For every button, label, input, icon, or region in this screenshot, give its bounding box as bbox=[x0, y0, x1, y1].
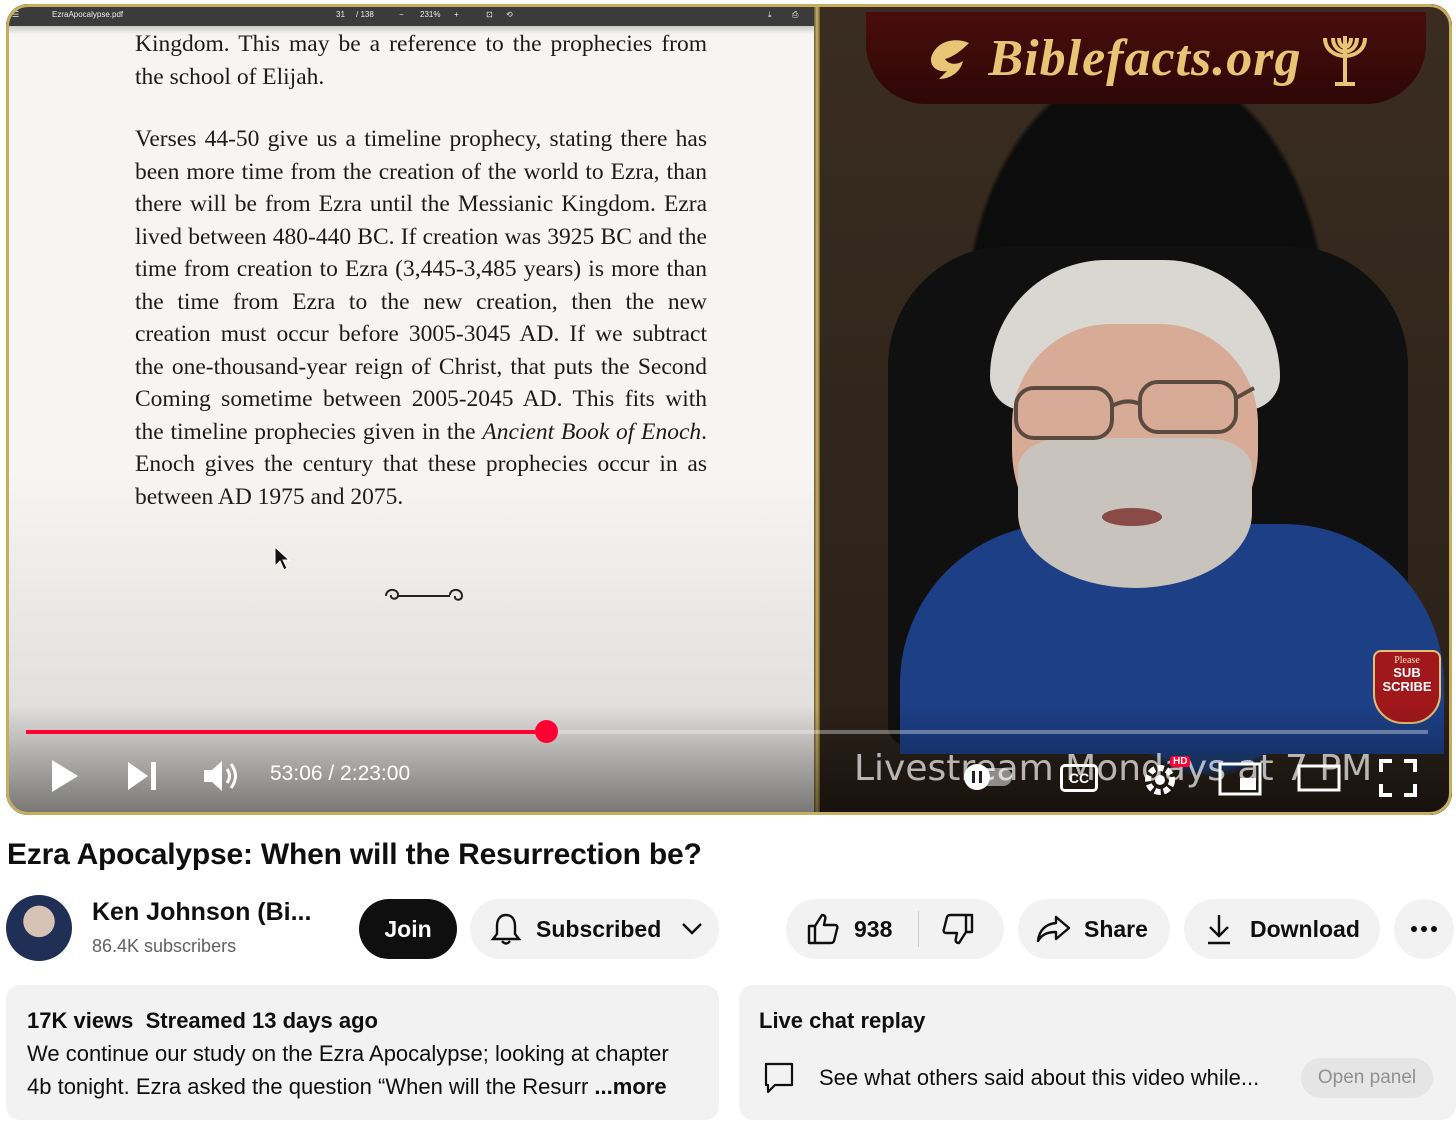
channel-avatar[interactable] bbox=[6, 895, 72, 961]
theater-mode-icon[interactable] bbox=[1296, 762, 1342, 794]
share-label: Share bbox=[1084, 915, 1148, 942]
show-more-link[interactable]: ...more bbox=[594, 1074, 666, 1099]
dove-icon bbox=[930, 40, 969, 79]
pdf-text-run: Verses 44-50 give us a timeline prophecy… bbox=[135, 126, 707, 445]
play-icon[interactable] bbox=[46, 756, 82, 796]
download-icon bbox=[1208, 915, 1230, 945]
channel-name[interactable]: Ken Johnson (Bi... bbox=[92, 898, 311, 927]
like-icon[interactable] bbox=[806, 912, 840, 946]
presenter-head bbox=[990, 260, 1280, 590]
progress-scrubber[interactable] bbox=[535, 720, 559, 743]
pdf-toolbar: ☰ EzraApocalypse.pdf 31 / 138 − 231% + ⊡… bbox=[6, 4, 814, 26]
description-line-truncated: 4b tonight. Ezra asked the question “Whe… bbox=[27, 1074, 667, 1100]
like-dislike-group: 938 bbox=[786, 899, 1004, 959]
captions-button[interactable]: CC bbox=[1060, 764, 1098, 792]
share-icon bbox=[1036, 915, 1071, 943]
channel-banner: Biblefacts.org bbox=[866, 12, 1426, 104]
share-button[interactable]: Share bbox=[1018, 899, 1170, 959]
subscribed-label: Subscribed bbox=[536, 915, 662, 942]
download-button[interactable]: Download bbox=[1184, 899, 1380, 959]
glasses-icon bbox=[1014, 380, 1255, 440]
autoplay-toggle-icon[interactable] bbox=[962, 762, 1014, 792]
video-title: Ezra Apocalypse: When will the Resurrect… bbox=[7, 838, 702, 871]
chat-icon bbox=[764, 1062, 794, 1094]
description-text: 4b tonight. Ezra asked the question “Whe… bbox=[27, 1074, 589, 1099]
pdf-viewer-frame: ☰ EzraApocalypse.pdf 31 / 138 − 231% + ⊡… bbox=[6, 4, 814, 815]
more-actions-button[interactable] bbox=[1394, 899, 1454, 959]
chevron-down-icon bbox=[682, 923, 703, 935]
progress-played bbox=[26, 730, 547, 734]
chat-prompt-text: See what others said about this video wh… bbox=[819, 1065, 1260, 1090]
time-display: 53:06 / 2:23:00 bbox=[270, 762, 411, 785]
zoom-out-icon[interactable]: − bbox=[399, 10, 404, 19]
pdf-filename: EzraApocalypse.pdf bbox=[52, 10, 124, 19]
next-icon[interactable] bbox=[124, 758, 160, 794]
presenter-mouth bbox=[1102, 508, 1162, 526]
fit-page-icon[interactable]: ⊡ bbox=[486, 10, 493, 19]
ornament-divider-icon bbox=[385, 588, 464, 601]
zoom-in-icon[interactable]: + bbox=[454, 10, 459, 19]
open-panel-button[interactable]: Open panel bbox=[1301, 1058, 1433, 1098]
pdf-paragraph: Verses 44-50 give us a timeline prophecy… bbox=[135, 123, 707, 513]
print-icon[interactable]: ⎙ bbox=[792, 10, 798, 20]
pdf-book-title: Ancient Book of Enoch bbox=[482, 418, 702, 445]
pdf-page-current[interactable]: 31 bbox=[336, 10, 345, 19]
mouse-cursor-icon bbox=[274, 546, 290, 571]
video-meta: 17K views Streamed 13 days ago bbox=[27, 1008, 378, 1033]
subscribe-badge-line: SCRIBE bbox=[1382, 679, 1432, 694]
menu-icon[interactable]: ☰ bbox=[12, 10, 19, 19]
volume-icon[interactable] bbox=[200, 756, 244, 796]
more-horizontal-icon bbox=[1411, 926, 1437, 932]
menorah-icon bbox=[1323, 36, 1368, 86]
pdf-download-icon[interactable]: ⤓ bbox=[768, 10, 772, 20]
pdf-page-total: / 138 bbox=[356, 10, 374, 19]
bell-icon bbox=[490, 913, 522, 945]
like-divider bbox=[918, 911, 920, 947]
pdf-paragraph: Kingdom. This may be a reference to the … bbox=[135, 31, 707, 90]
description-line: We continue our study on the Ezra Apocal… bbox=[27, 1041, 669, 1066]
description-box[interactable]: 17K views Streamed 13 days ago We contin… bbox=[6, 985, 719, 1120]
split-divider bbox=[814, 4, 820, 815]
subscribed-button[interactable]: Subscribed bbox=[470, 899, 719, 959]
download-label: Download bbox=[1250, 915, 1360, 942]
pdf-zoom-level[interactable]: 231% bbox=[420, 10, 440, 19]
subscribe-badge-line: SUB bbox=[1393, 665, 1421, 680]
chat-title: Live chat replay bbox=[759, 1008, 926, 1033]
subscriber-count: 86.4K subscribers bbox=[92, 936, 237, 956]
fullscreen-icon[interactable] bbox=[1378, 758, 1418, 798]
miniplayer-icon[interactable] bbox=[1218, 762, 1262, 796]
video-player[interactable]: ☰ EzraApocalypse.pdf 31 / 138 − 231% + ⊡… bbox=[6, 4, 1452, 815]
progress-bar[interactable] bbox=[26, 720, 1428, 743]
hd-badge: HD bbox=[1170, 756, 1191, 767]
live-chat-replay-box: Live chat replay See what others said ab… bbox=[739, 985, 1456, 1120]
rotate-icon[interactable]: ⟲ bbox=[506, 10, 513, 19]
livestream-watermark: Livestream Mondays at 7 PM bbox=[854, 748, 1373, 789]
banner-text: Biblefacts.org bbox=[988, 29, 1302, 87]
dislike-icon[interactable] bbox=[941, 912, 975, 946]
join-button[interactable]: Join bbox=[359, 899, 457, 959]
join-label: Join bbox=[384, 915, 432, 942]
like-count[interactable]: 938 bbox=[854, 916, 892, 943]
